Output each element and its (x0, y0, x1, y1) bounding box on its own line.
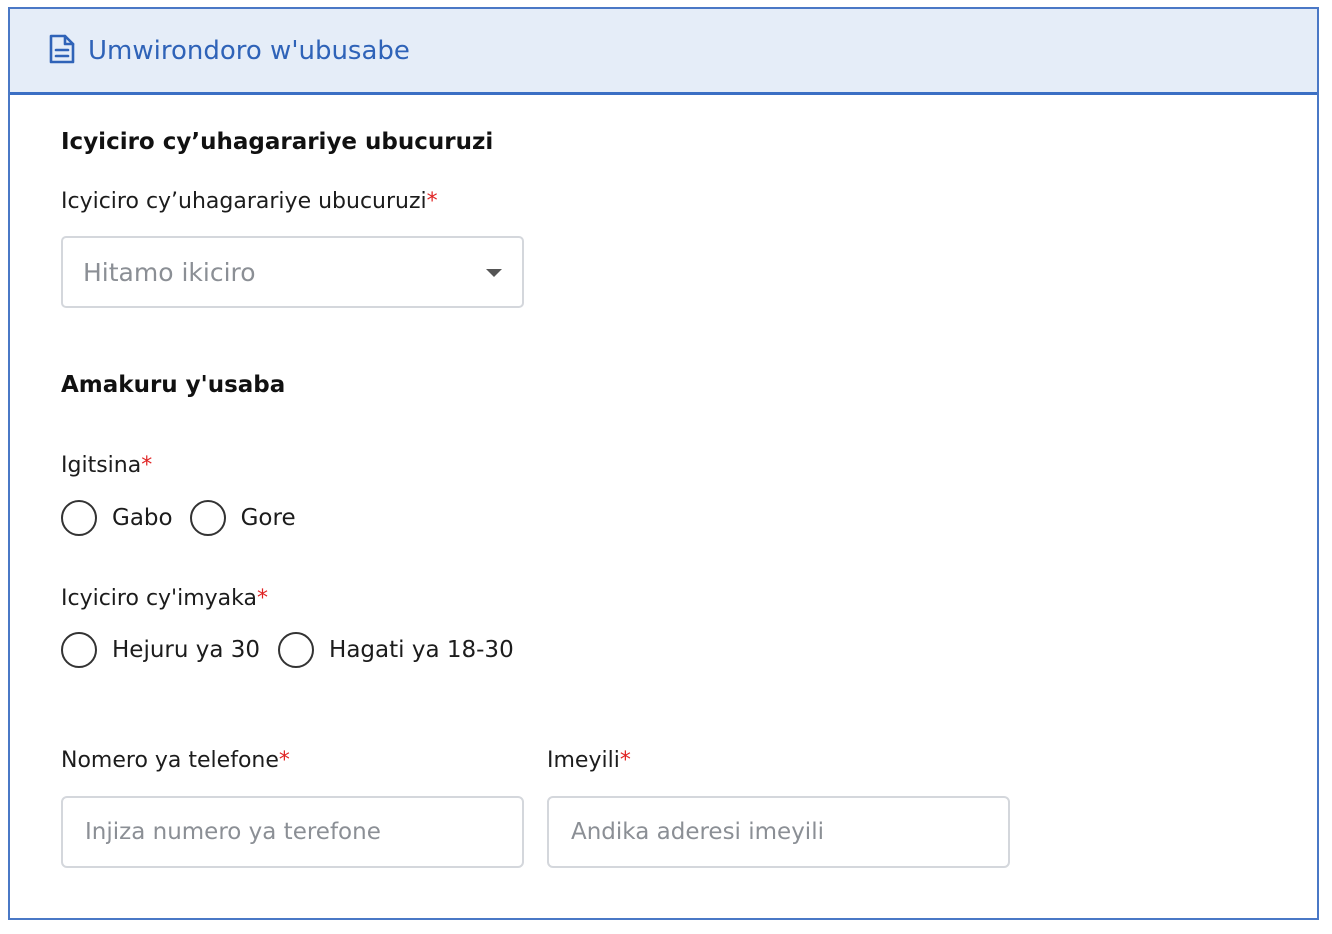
applicant-section-title: Amakuru y'usaba (61, 372, 286, 398)
age-radio-18-30[interactable] (278, 632, 315, 668)
email-input[interactable] (547, 796, 1010, 868)
gender-option-female-label[interactable]: Gore (241, 505, 296, 531)
age-radio-group: Hejuru ya 30 Hagati ya 18-30 (61, 632, 532, 668)
document-icon (48, 33, 76, 69)
business-section-title: Icyiciro cy’uhagarariye ubucuruzi (61, 129, 494, 155)
business-category-select[interactable]: Hitamo ikiciro (61, 236, 524, 308)
required-mark: * (426, 189, 438, 214)
phone-input[interactable] (61, 796, 524, 868)
business-category-label: Icyiciro cy’uhagarariye ubucuruzi* (61, 189, 438, 214)
phone-label: Nomero ya telefone* (61, 748, 290, 773)
card-header: Umwirondoro w'ubusabe (10, 9, 1317, 95)
age-category-label: Icyiciro cy'imyaka* (61, 586, 268, 611)
required-mark: * (141, 453, 153, 478)
gender-option-male-label[interactable]: Gabo (112, 505, 173, 531)
card-title: Umwirondoro w'ubusabe (88, 35, 410, 66)
caret-down-icon (486, 269, 502, 277)
required-mark: * (619, 748, 631, 773)
gender-label: Igitsina* (61, 453, 153, 478)
email-label: Imeyili* (547, 748, 631, 773)
age-radio-over-30[interactable] (61, 632, 97, 668)
gender-radio-female[interactable] (189, 500, 226, 536)
select-placeholder: Hitamo ikiciro (83, 257, 256, 287)
required-mark: * (256, 586, 268, 611)
age-option-18-30-label[interactable]: Hagati ya 18-30 (329, 637, 514, 663)
age-option-over-30-label[interactable]: Hejuru ya 30 (112, 637, 260, 663)
gender-radio-group: Gabo Gore (61, 500, 314, 536)
required-mark: * (278, 748, 290, 773)
gender-radio-male[interactable] (61, 500, 97, 536)
